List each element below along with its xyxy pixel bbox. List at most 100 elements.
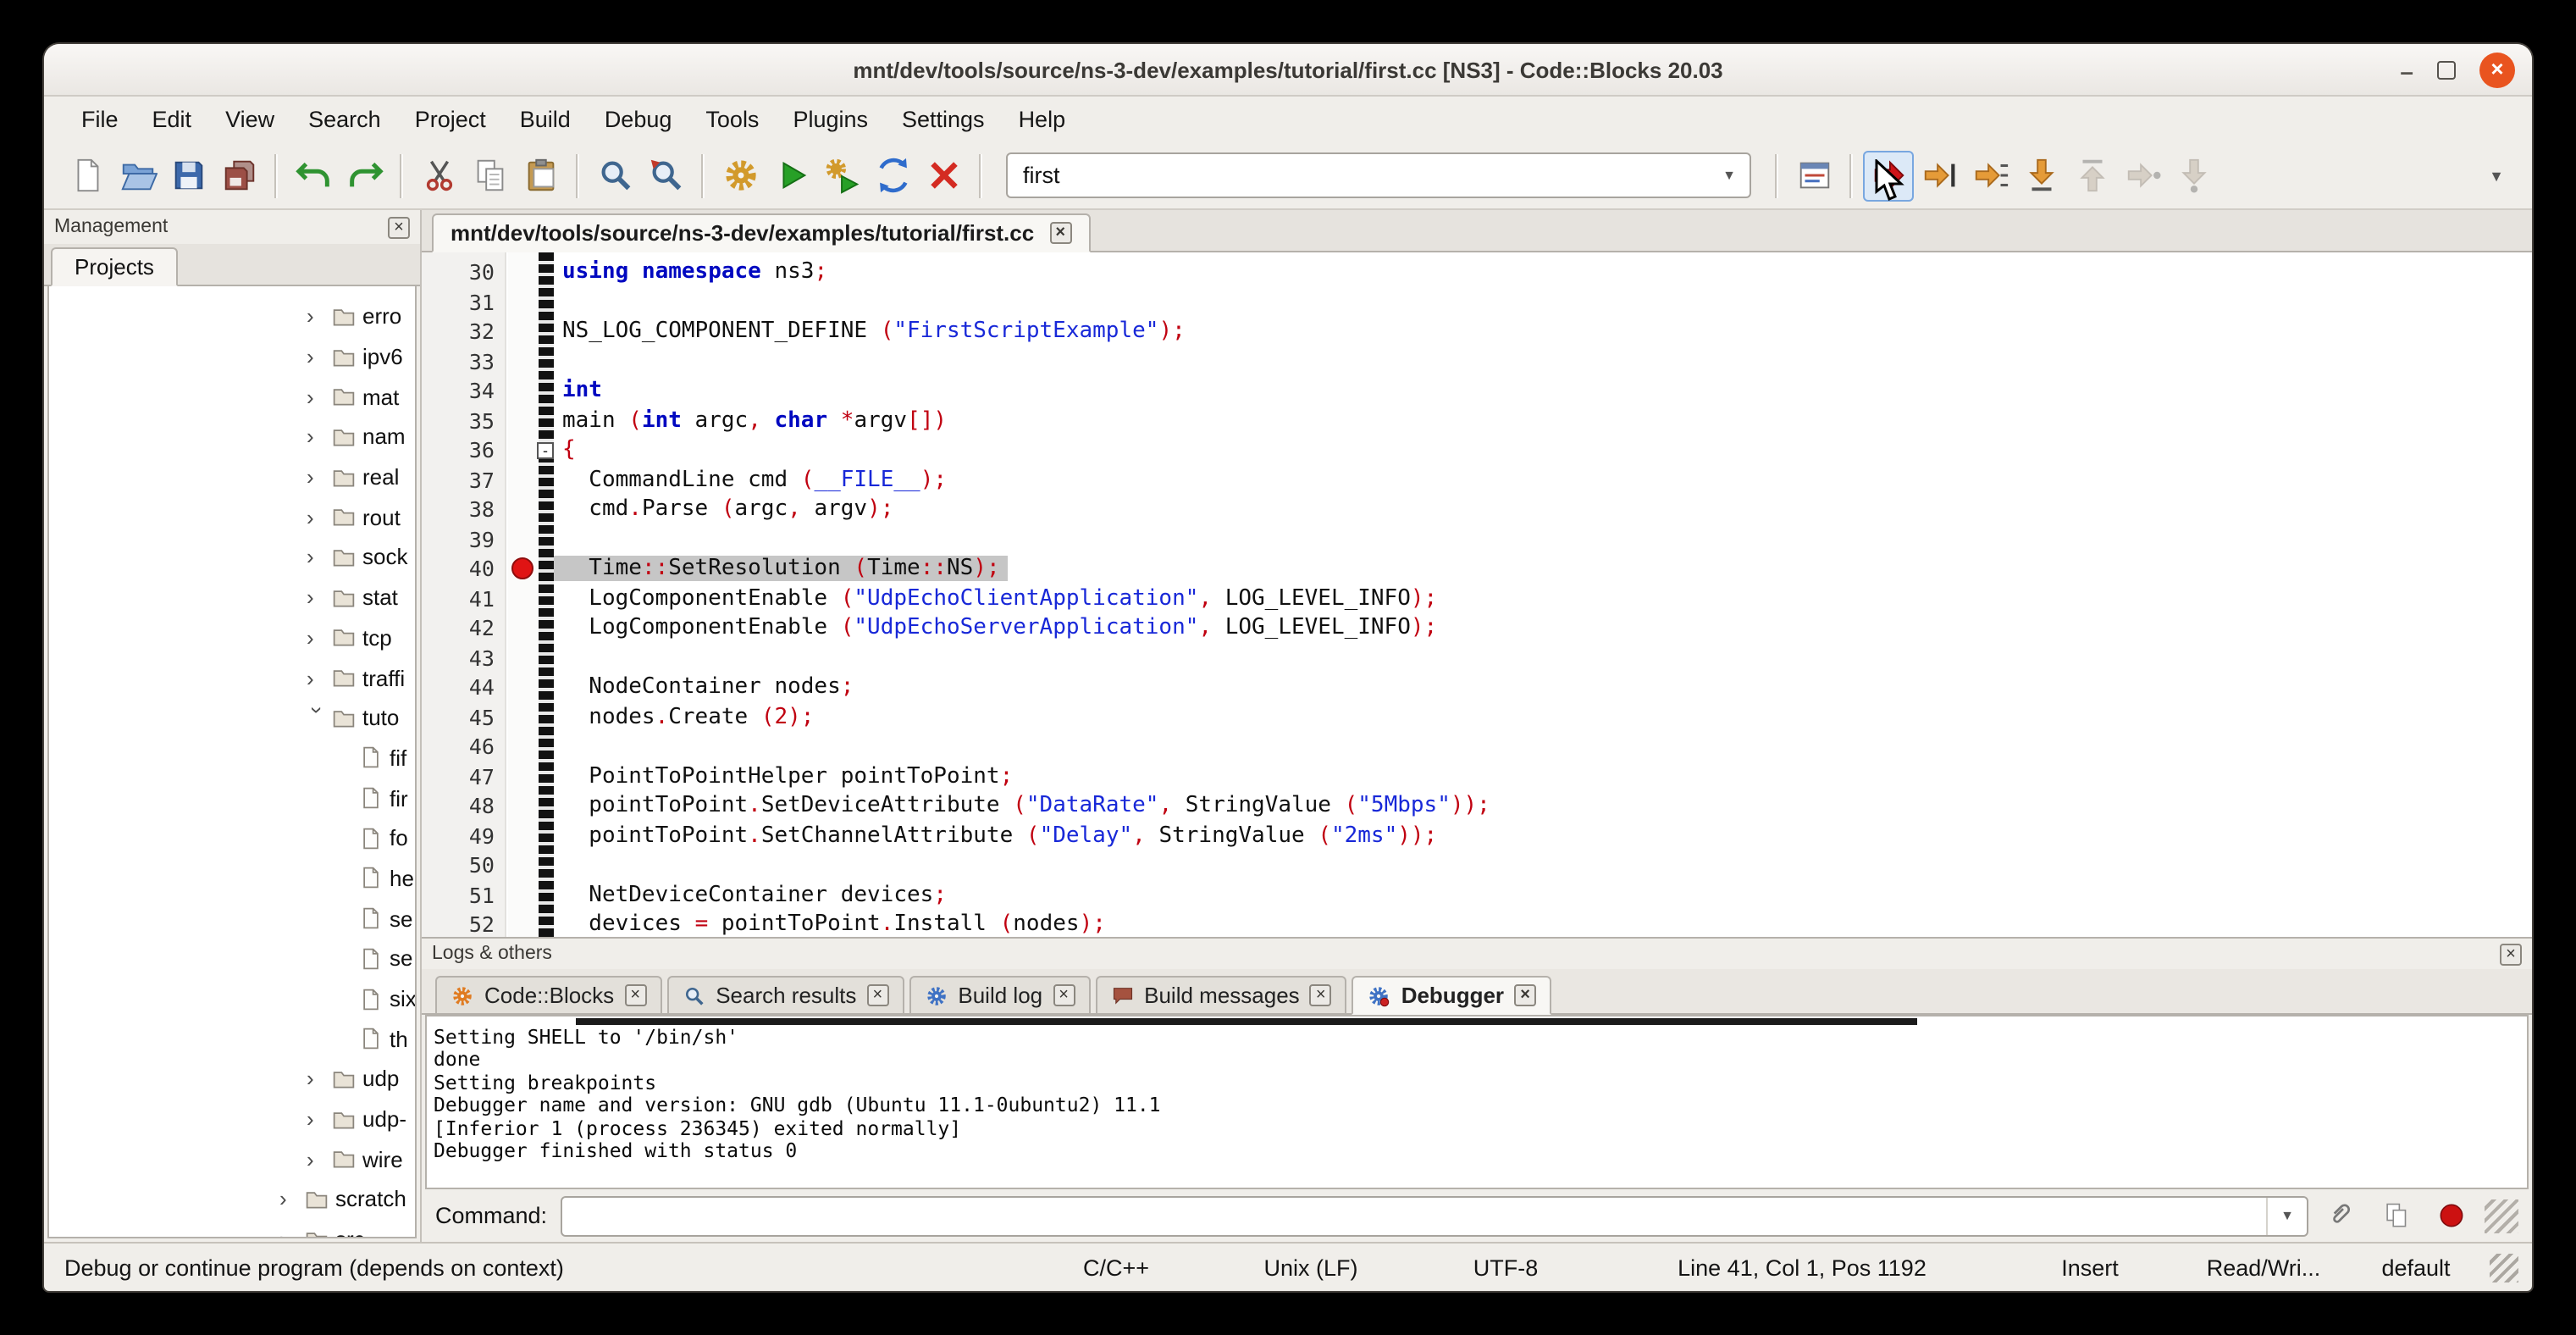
tree-item-ipv6[interactable]: ›ipv6: [49, 336, 415, 376]
tab-search-results[interactable]: Search results×: [666, 976, 904, 1015]
next-instruction-button[interactable]: [2117, 150, 2168, 201]
code-line[interactable]: 52 devices = pointToPoint.Install (nodes…: [422, 910, 2532, 937]
tree-item-mat[interactable]: ›mat: [49, 377, 415, 417]
step-into-button[interactable]: [2015, 150, 2066, 201]
window-resize-grip[interactable]: [2490, 1253, 2518, 1282]
chevron-right-icon[interactable]: ›: [279, 1227, 301, 1238]
breakpoint-margin-cell[interactable]: [508, 643, 539, 673]
tree-item-th[interactable]: th: [49, 1019, 415, 1059]
command-chevron-down-icon[interactable]: ▼: [2266, 1197, 2307, 1234]
breakpoint-margin-cell[interactable]: [508, 880, 539, 910]
close-icon[interactable]: ×: [624, 984, 646, 1006]
management-close-button[interactable]: ×: [388, 216, 410, 238]
breakpoint-margin-cell[interactable]: [508, 465, 539, 495]
step-into-instruction-button[interactable]: [2168, 150, 2219, 201]
rebuild-button[interactable]: [867, 150, 918, 201]
breakpoint-margin-cell[interactable]: [508, 317, 539, 346]
build-and-run-button[interactable]: [816, 150, 867, 201]
chevron-right-icon[interactable]: ›: [307, 384, 329, 409]
tree-item-erro[interactable]: ›erro: [49, 296, 415, 336]
breakpoint-margin-cell[interactable]: [508, 524, 539, 554]
find-button[interactable]: [589, 150, 640, 201]
code-line[interactable]: 51 NetDeviceContainer devices;: [422, 880, 2532, 910]
breakpoint-margin-cell[interactable]: [508, 673, 539, 702]
save-file-button[interactable]: [163, 150, 213, 201]
save-all-button[interactable]: [213, 150, 264, 201]
debug-continue-button[interactable]: [1863, 150, 1914, 201]
chevron-right-icon[interactable]: ›: [307, 1106, 329, 1132]
breakpoint-margin-cell[interactable]: [508, 495, 539, 524]
breakpoint-margin-cell[interactable]: [508, 406, 539, 435]
abort-build-button[interactable]: [918, 150, 969, 201]
breakpoint-margin-cell[interactable]: [508, 584, 539, 613]
step-out-button[interactable]: [2066, 150, 2117, 201]
chevron-right-icon[interactable]: ›: [307, 304, 329, 330]
next-line-button[interactable]: [1965, 150, 2015, 201]
chevron-right-icon[interactable]: ›: [307, 1066, 329, 1092]
tree-item-six[interactable]: six: [49, 978, 415, 1018]
maximize-button[interactable]: [2437, 61, 2456, 80]
tree-item-tuto[interactable]: ›tuto: [49, 698, 415, 738]
chevron-right-icon[interactable]: ›: [307, 344, 329, 369]
breakpoint-margin-cell[interactable]: [508, 554, 539, 584]
tree-item-fif[interactable]: fif: [49, 738, 415, 778]
breakpoint-margin-cell[interactable]: [508, 850, 539, 880]
close-button[interactable]: ×: [2479, 53, 2515, 88]
attach-button[interactable]: [2322, 1195, 2363, 1236]
breakpoint-margin-cell[interactable]: [508, 258, 539, 287]
breakpoint-margin-cell[interactable]: [508, 910, 539, 937]
tree-item-src[interactable]: ›src: [49, 1220, 415, 1238]
code-editor[interactable]: 30using namespace ns3;3132NS_LOG_COMPONE…: [422, 252, 2532, 937]
tree-item-rout[interactable]: ›rout: [49, 497, 415, 537]
chevron-right-icon[interactable]: ›: [307, 1147, 329, 1172]
breakpoint-margin-cell[interactable]: [508, 435, 539, 465]
breakpoint-margin-cell[interactable]: [508, 287, 539, 317]
menu-search[interactable]: Search: [291, 100, 398, 139]
code-line[interactable]: 48 pointToPoint.SetDeviceAttribute ("Dat…: [422, 791, 2532, 821]
menu-file[interactable]: File: [64, 100, 135, 139]
menu-project[interactable]: Project: [398, 100, 503, 139]
replace-button[interactable]: [640, 150, 691, 201]
code-line[interactable]: 45 nodes.Create (2);: [422, 702, 2532, 732]
tab-build-messages[interactable]: Build messages×: [1095, 976, 1347, 1015]
debugger-output[interactable]: Setting SHELL to '/bin/sh'doneSetting br…: [425, 1015, 2529, 1189]
code-line[interactable]: 32NS_LOG_COMPONENT_DEFINE ("FirstScriptE…: [422, 317, 2532, 346]
close-icon[interactable]: ×: [1053, 984, 1075, 1006]
close-icon[interactable]: ×: [866, 984, 888, 1006]
tree-item-traffi[interactable]: ›traffi: [49, 657, 415, 697]
chevron-right-icon[interactable]: ›: [307, 464, 329, 490]
breakpoint-margin-cell[interactable]: [508, 821, 539, 850]
code-line[interactable]: 30using namespace ns3;: [422, 258, 2532, 287]
code-line[interactable]: 43: [422, 643, 2532, 673]
code-line[interactable]: 33: [422, 346, 2532, 376]
code-line[interactable]: 34int: [422, 376, 2532, 406]
open-file-button[interactable]: [112, 150, 163, 201]
code-line[interactable]: 38 cmd.Parse (argc, argv);: [422, 495, 2532, 524]
tree-item-udp[interactable]: ›udp: [49, 1059, 415, 1099]
chevron-right-icon[interactable]: ›: [307, 665, 329, 690]
code-line[interactable]: 31: [422, 287, 2532, 317]
tree-item-stat[interactable]: ›stat: [49, 578, 415, 618]
tree-item-se[interactable]: se: [49, 899, 415, 939]
menu-build[interactable]: Build: [503, 100, 588, 139]
run-button[interactable]: [766, 150, 816, 201]
code-line[interactable]: 41 LogComponentEnable ("UdpEchoClientApp…: [422, 584, 2532, 613]
tree-item-scratch[interactable]: ›scratch: [49, 1179, 415, 1219]
panel-resize-grip[interactable]: [2485, 1199, 2518, 1233]
build-target-combo[interactable]: first▼: [1006, 152, 1751, 198]
new-file-button[interactable]: [61, 150, 112, 201]
undo-button[interactable]: [288, 150, 339, 201]
menu-edit[interactable]: Edit: [135, 100, 209, 139]
toolbar-overflow-button[interactable]: ▼: [2478, 150, 2515, 201]
run-to-cursor-button[interactable]: [1914, 150, 1965, 201]
tree-item-he[interactable]: he: [49, 858, 415, 898]
tree-item-fo[interactable]: fo: [49, 818, 415, 858]
close-icon[interactable]: ×: [1514, 984, 1536, 1006]
editor-tab-close-button[interactable]: ×: [1049, 222, 1071, 244]
logs-close-button[interactable]: ×: [2500, 943, 2522, 965]
code-line[interactable]: 35main (int argc, char *argv[]): [422, 406, 2532, 435]
chevron-right-icon[interactable]: ›: [279, 1187, 301, 1212]
tab-debugger[interactable]: Debugger×: [1352, 976, 1551, 1015]
chevron-down-icon[interactable]: ▼: [1709, 168, 1750, 183]
menu-tools[interactable]: Tools: [688, 100, 776, 139]
